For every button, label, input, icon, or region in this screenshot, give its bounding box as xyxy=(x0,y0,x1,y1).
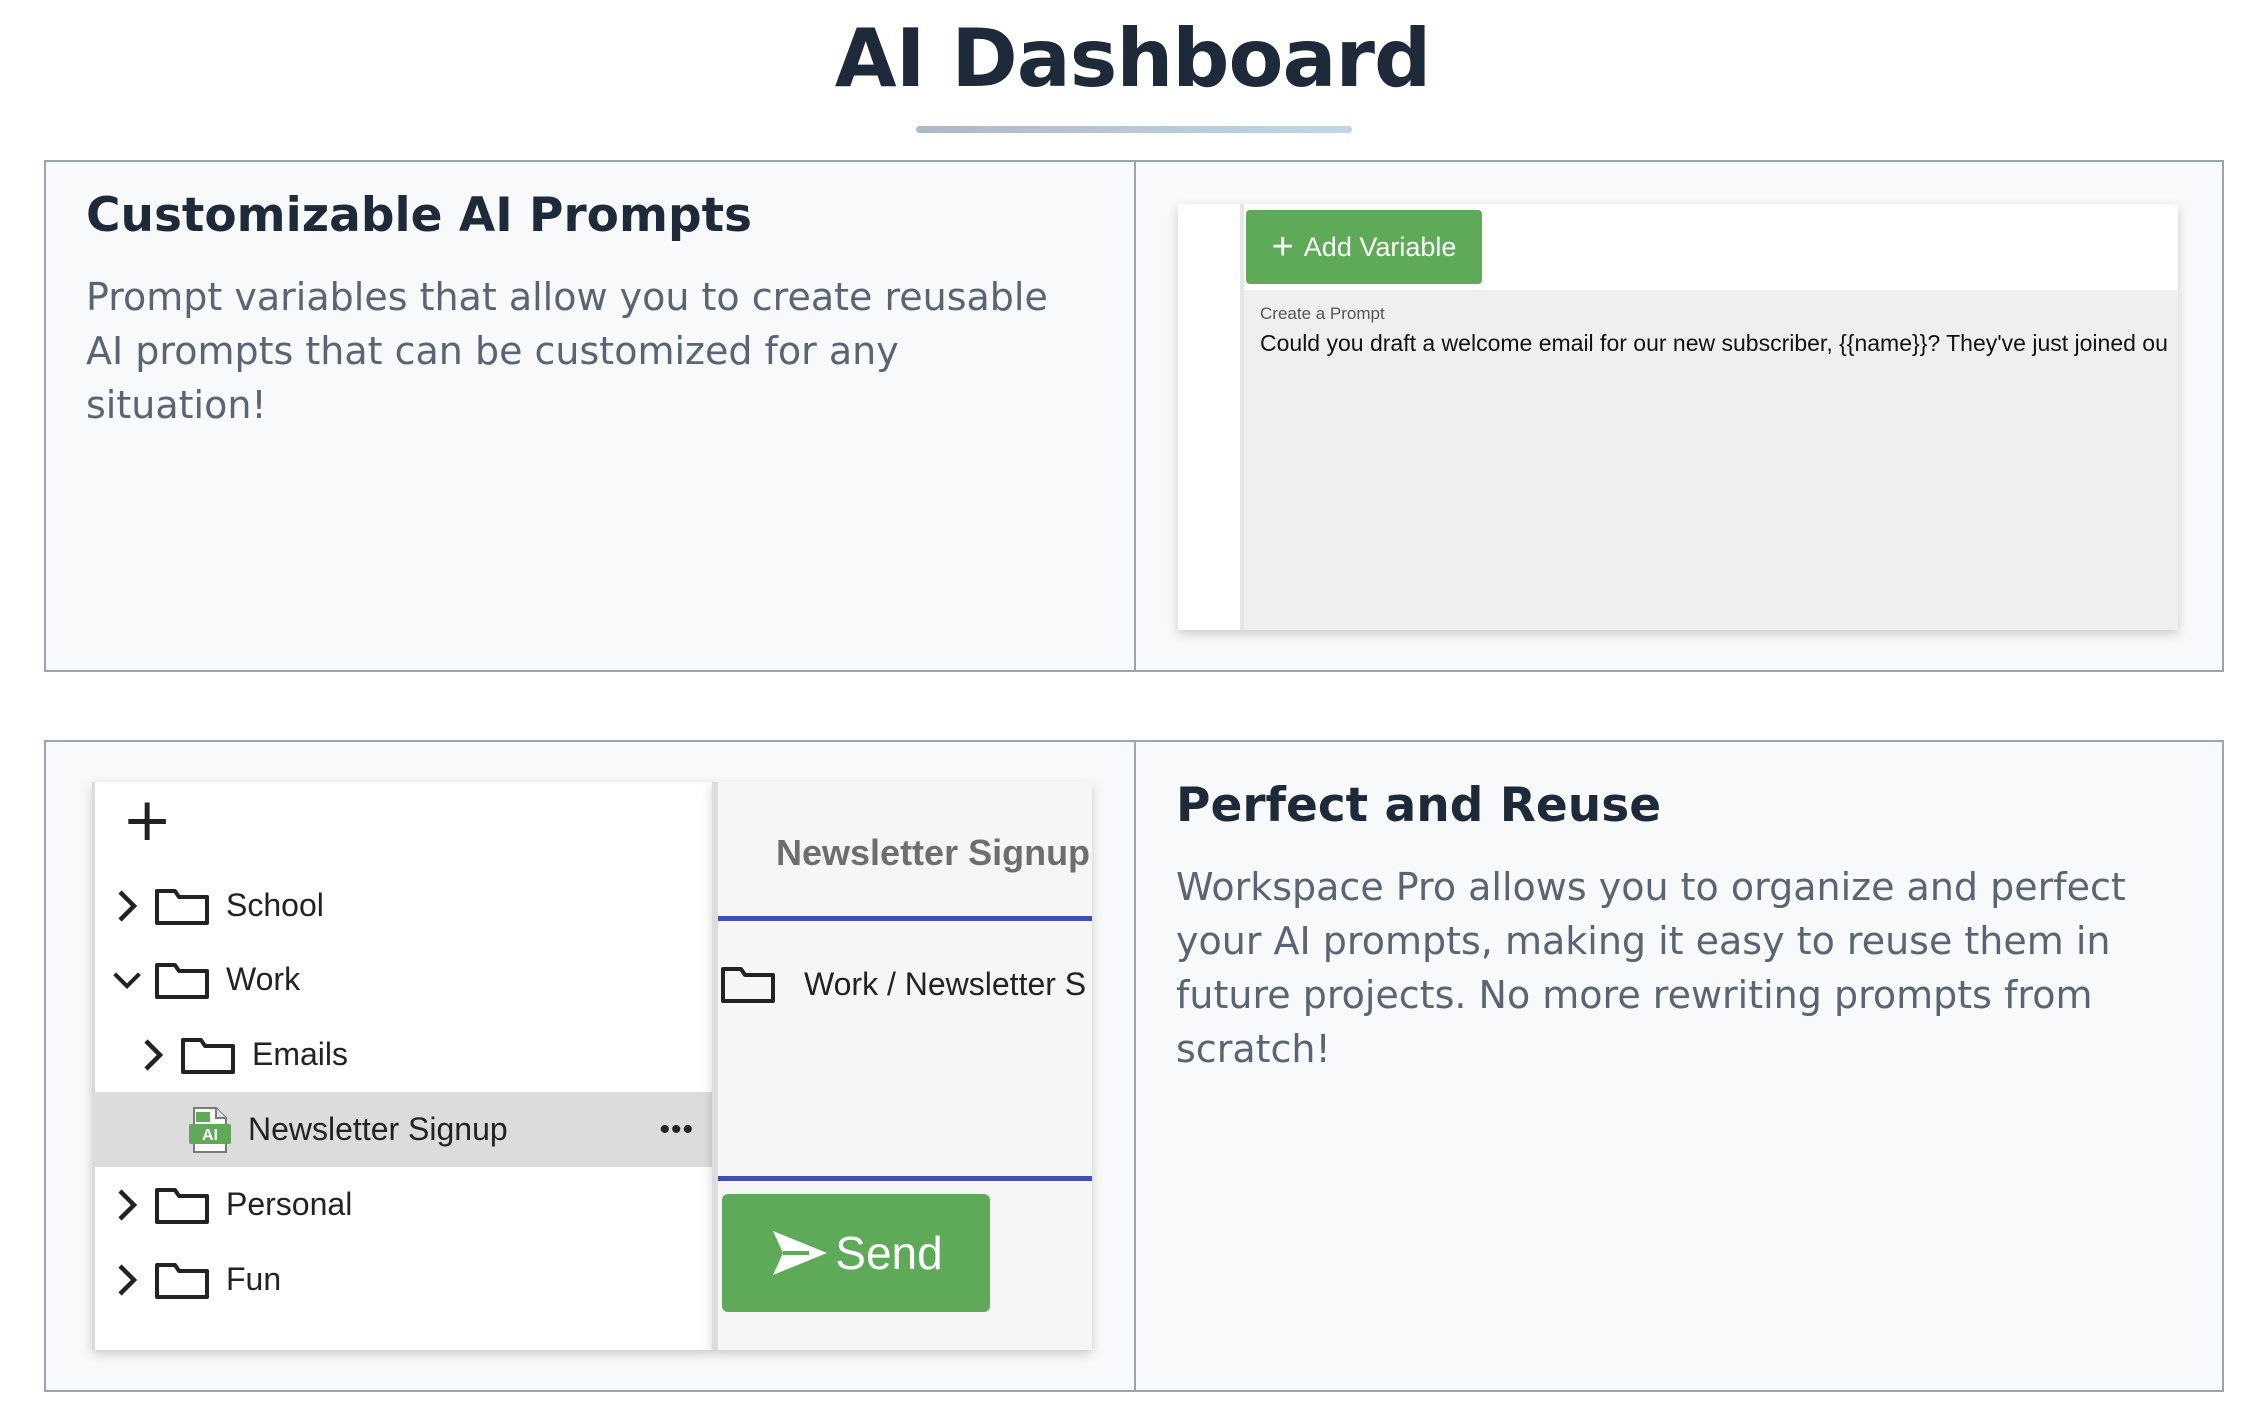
title-underline xyxy=(916,126,1352,133)
add-variable-label: Add Variable xyxy=(1303,231,1457,262)
page-title: AI Dashboard xyxy=(834,12,1431,105)
tree-item-label: Personal xyxy=(226,1186,353,1222)
panel-rail xyxy=(712,782,718,1350)
document-panel: Newsletter Signup: Work / Newsletter S S… xyxy=(712,782,1092,1350)
feature-title: Perfect and Reuse xyxy=(1176,778,1662,833)
feature-card-reuse: Perfect and Reuse Workspace Pro allows y… xyxy=(1134,740,2224,1392)
tree-item-school[interactable]: School xyxy=(92,868,712,943)
file-tree: + School Work Emails AI Newsletter Signu… xyxy=(92,782,712,1350)
ai-prompt-file-icon: AI xyxy=(189,1106,231,1153)
tree-item-label: School xyxy=(226,887,324,923)
divider-bottom xyxy=(718,1176,1092,1181)
prompt-textarea[interactable]: Create a Prompt Could you draft a welcom… xyxy=(1244,290,2178,630)
send-label: Send xyxy=(835,1227,943,1279)
chevron-down-icon[interactable] xyxy=(112,969,142,991)
chevron-right-icon[interactable] xyxy=(112,1188,142,1222)
add-item-icon[interactable]: + xyxy=(122,790,172,850)
chevron-right-icon[interactable] xyxy=(138,1038,168,1072)
svg-text:AI: AI xyxy=(202,1127,218,1144)
folder-icon xyxy=(721,967,775,1003)
file-tree-preview: + School Work Emails AI Newsletter Signu… xyxy=(44,740,1136,1392)
tree-item-label: Emails xyxy=(252,1036,349,1072)
tree-item-label: Newsletter Signup xyxy=(248,1111,508,1147)
document-path-label: Work / Newsletter S xyxy=(804,965,1087,1002)
divider-top xyxy=(718,916,1092,921)
prompt-editor: + Add Variable Create a Prompt Could you… xyxy=(1178,204,2178,630)
add-variable-button[interactable]: + Add Variable xyxy=(1246,210,1482,284)
prompt-editor-preview: + Add Variable Create a Prompt Could you… xyxy=(1134,160,2224,672)
folder-icon xyxy=(155,1187,209,1224)
chevron-right-icon[interactable] xyxy=(112,889,142,923)
document-title: Newsletter Signup: xyxy=(776,832,1092,873)
tree-item-fun[interactable]: Fun xyxy=(92,1242,712,1317)
prompt-field-label: Create a Prompt xyxy=(1260,304,1385,323)
send-button[interactable]: Send xyxy=(722,1194,990,1312)
feature-description: Prompt variables that allow you to creat… xyxy=(86,275,1048,427)
feature-description: Workspace Pro allows you to organize and… xyxy=(1176,865,2126,1071)
workspace-preview: + School Work Emails AI Newsletter Signu… xyxy=(92,782,1092,1350)
more-options-icon[interactable]: ••• xyxy=(659,1113,694,1147)
folder-icon xyxy=(155,1262,209,1299)
tree-item-label: Fun xyxy=(226,1261,282,1297)
folder-icon xyxy=(155,962,209,999)
tree-item-label: Work xyxy=(226,961,301,997)
tree-item-newsletter-signup[interactable]: AI Newsletter Signup ••• xyxy=(92,1092,712,1167)
tree-item-emails[interactable]: Emails xyxy=(92,1017,712,1092)
folder-icon xyxy=(181,1037,235,1074)
tree-item-work[interactable]: Work xyxy=(92,942,712,1017)
tree-item-personal[interactable]: Personal xyxy=(92,1167,712,1242)
document-path[interactable]: Work / Newsletter S xyxy=(720,964,1086,1004)
prompt-field-value: Could you draft a welcome email for our … xyxy=(1260,330,2168,356)
feature-card-prompts: Customizable AI Prompts Prompt variables… xyxy=(44,160,1136,672)
feature-title: Customizable AI Prompts xyxy=(86,188,753,243)
chevron-right-icon[interactable] xyxy=(112,1263,142,1297)
plus-icon: + xyxy=(1271,226,1294,268)
send-icon xyxy=(773,1231,828,1275)
folder-icon xyxy=(155,888,209,925)
